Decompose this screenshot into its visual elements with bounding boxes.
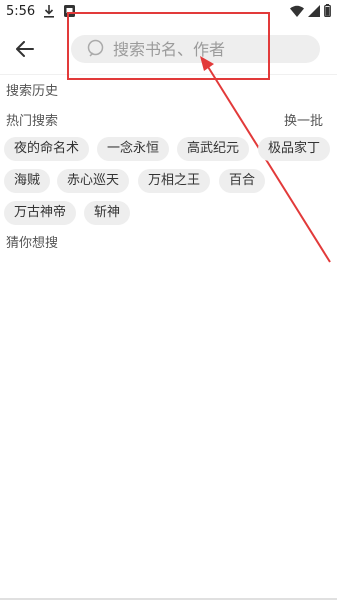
notification-icon bbox=[64, 5, 75, 21]
hot-tag[interactable]: 斩神 bbox=[84, 201, 131, 225]
guess-search-title: 猜你想搜 bbox=[6, 236, 59, 251]
wifi-icon bbox=[290, 5, 304, 21]
hot-tag[interactable]: 夜的命名术 bbox=[4, 137, 90, 161]
signal-icon bbox=[308, 4, 320, 21]
download-icon bbox=[44, 5, 54, 22]
search-icon bbox=[87, 39, 107, 63]
hot-tag[interactable]: 一念永恒 bbox=[97, 137, 170, 161]
battery-icon bbox=[324, 4, 331, 21]
hot-tag[interactable]: 极品家丁 bbox=[258, 137, 331, 161]
back-button[interactable] bbox=[14, 38, 36, 60]
search-box[interactable] bbox=[71, 35, 320, 63]
status-time: 5:56 bbox=[6, 4, 36, 19]
hot-tag[interactable]: 百合 bbox=[219, 169, 266, 193]
hot-tag[interactable]: 万相之王 bbox=[138, 169, 211, 193]
search-history-title: 搜索历史 bbox=[6, 84, 59, 99]
back-arrow-icon bbox=[16, 41, 34, 57]
top-bar bbox=[0, 24, 337, 75]
search-input[interactable] bbox=[113, 35, 313, 63]
hot-tag[interactable]: 海贼 bbox=[4, 169, 51, 193]
refresh-button[interactable]: 换一批 bbox=[284, 110, 323, 129]
hot-tag[interactable]: 高武纪元 bbox=[177, 137, 250, 161]
hot-tag[interactable]: 万古神帝 bbox=[4, 201, 77, 225]
hot-search-title: 热门搜索 bbox=[6, 114, 59, 129]
hot-tag[interactable]: 赤心巡天 bbox=[57, 169, 130, 193]
status-bar: 5:56 bbox=[0, 0, 337, 24]
